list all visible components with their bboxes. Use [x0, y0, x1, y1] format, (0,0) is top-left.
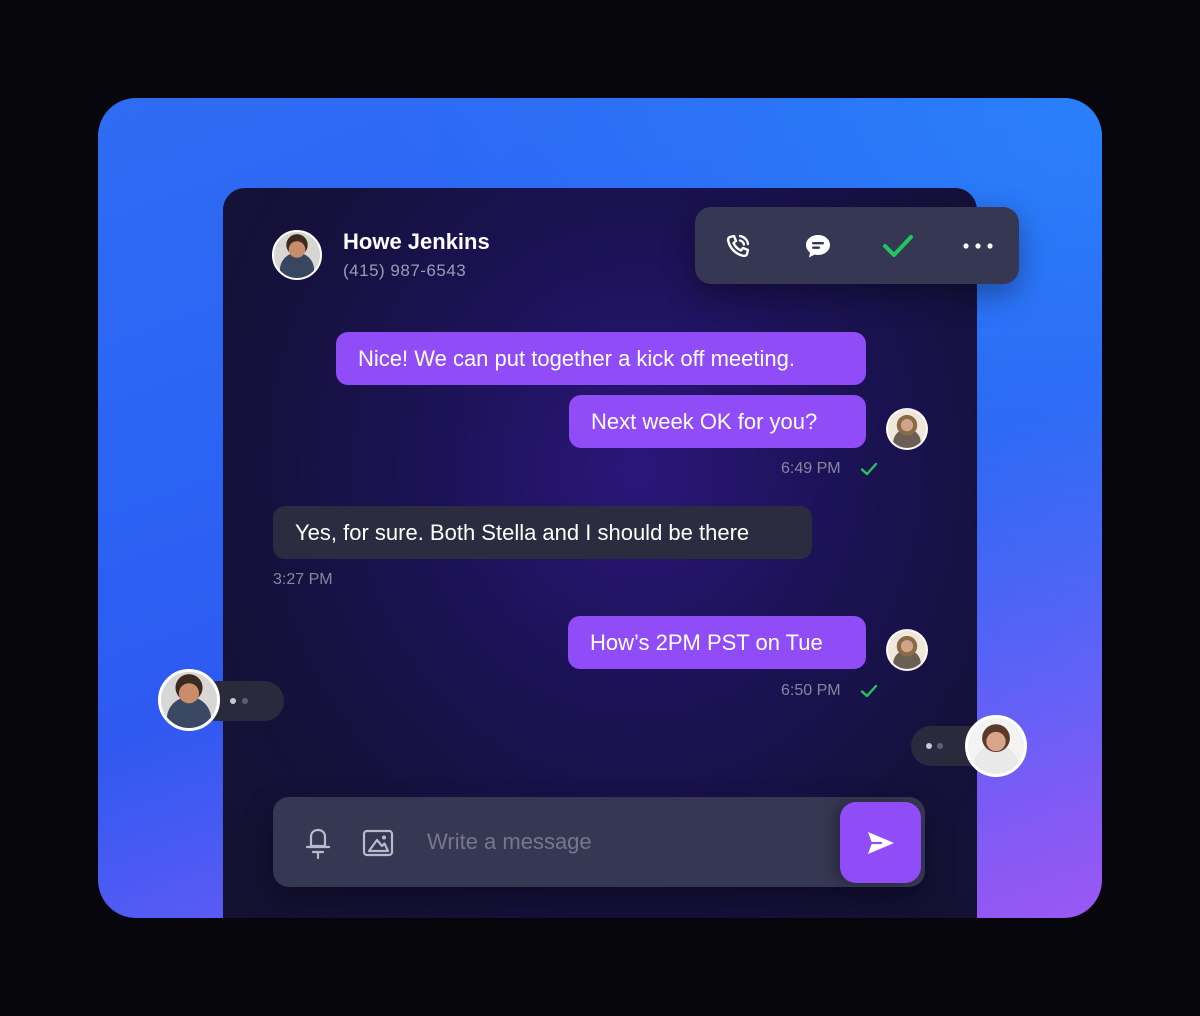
- read-check-icon: [860, 462, 878, 476]
- contact-phone: (415) 987-6543: [343, 261, 467, 280]
- message-composer: [273, 797, 925, 887]
- message-input[interactable]: [425, 823, 829, 861]
- message-time: 6:49 PM: [781, 460, 841, 477]
- sender-avatar: [886, 408, 928, 450]
- chat-toolbar: [695, 207, 1019, 284]
- chat-bubble-icon[interactable]: [798, 226, 838, 266]
- typing-dot: [230, 698, 236, 704]
- sender-avatar: [886, 629, 928, 671]
- message-bubble-outgoing[interactable]: How’s 2PM PST on Tue: [568, 616, 866, 669]
- message-bubble-outgoing[interactable]: Nice! We can put together a kick off mee…: [336, 332, 866, 385]
- microphone-icon[interactable]: [303, 827, 333, 861]
- phone-call-icon[interactable]: [718, 226, 758, 266]
- typing-dot: [937, 743, 943, 749]
- image-icon[interactable]: [362, 828, 394, 858]
- typing-dot: [926, 743, 932, 749]
- typing-user-avatar: [158, 669, 220, 731]
- typing-user-avatar: [965, 715, 1027, 777]
- send-button[interactable]: [840, 802, 921, 883]
- message-bubble-incoming[interactable]: Yes, for sure. Both Stella and I should …: [273, 506, 812, 559]
- message-time: 3:27 PM: [273, 571, 333, 588]
- more-options-icon[interactable]: [958, 226, 998, 266]
- read-check-icon: [860, 684, 878, 698]
- message-time: 6:50 PM: [781, 682, 841, 699]
- send-icon: [867, 831, 894, 854]
- checkmark-icon[interactable]: [878, 226, 918, 266]
- typing-dot: [242, 698, 248, 704]
- contact-avatar[interactable]: [272, 230, 322, 280]
- contact-name: Howe Jenkins: [343, 229, 490, 254]
- window-clip: [0, 0, 1200, 918]
- message-bubble-outgoing[interactable]: Next week OK for you?: [569, 395, 866, 448]
